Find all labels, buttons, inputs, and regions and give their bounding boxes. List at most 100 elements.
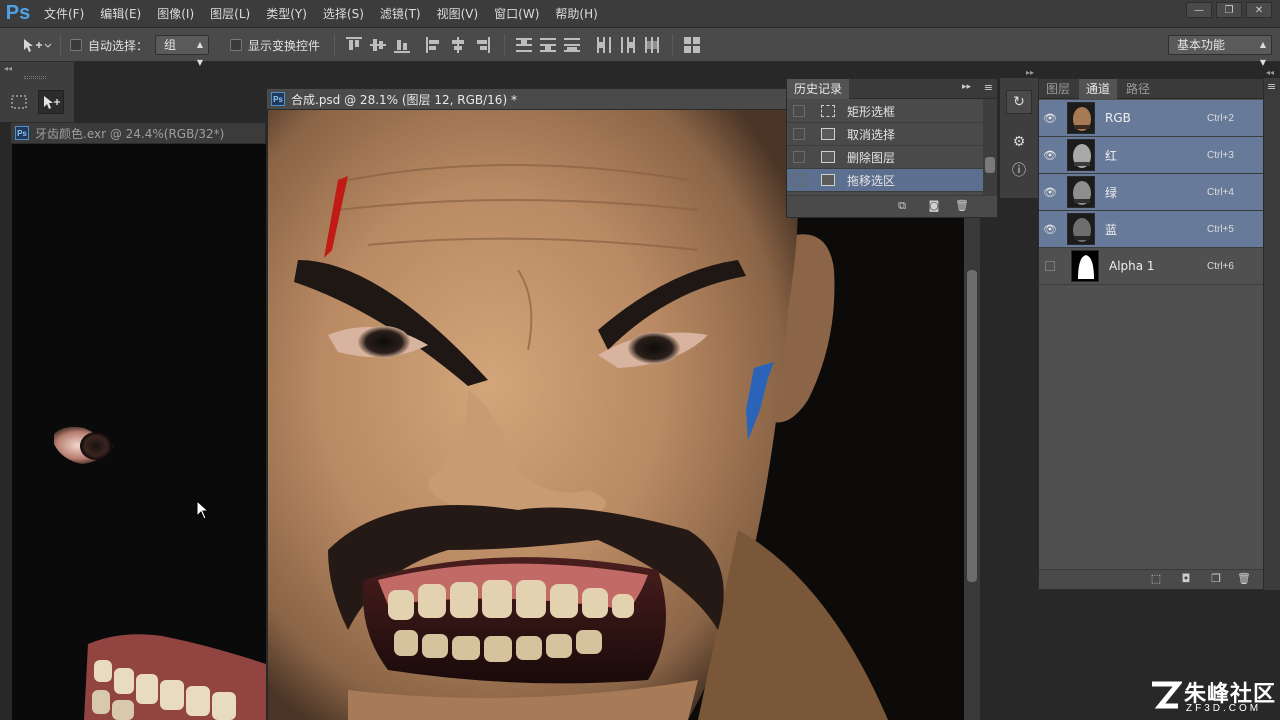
channel-row-red[interactable]: 👁 红 Ctrl+3 [1039,137,1263,174]
tab-paths[interactable]: 路径 [1119,79,1157,99]
window-controls: — ❐ ✕ [1186,2,1272,18]
channel-thumbnail [1067,176,1095,208]
restore-button[interactable]: ❐ [1216,2,1242,18]
trash-icon[interactable]: 🗑 [955,200,969,212]
options-bar: 自动选择： 组 ▲ ▼ 显示变换控件 基本功能 ▲ ▼ [0,28,1280,67]
collapse-strip-icon[interactable]: ▸▸ [1026,68,1034,77]
channel-row-blue[interactable]: 👁 蓝 Ctrl+5 [1039,211,1263,248]
distribute-bottom-icon[interactable] [564,37,580,53]
eye-icon[interactable]: 👁 [1039,186,1061,199]
camera-icon[interactable]: ◙ [927,200,941,212]
eye-icon[interactable]: 👁 [1039,223,1061,236]
auto-align-layers-icon[interactable] [684,37,700,53]
align-vcenter-icon[interactable] [370,37,386,53]
history-panel: 历史记录 ▸▸ ≡ 矩形选框 取消选择 删除图层 拖移选区 ⧉ ◙ 🗑 [786,78,998,218]
document-tab-teeth-color[interactable]: Ps 牙齿颜色.exr @ 24.4%(RGB/32*) [10,122,266,144]
history-item[interactable]: 删除图层 [787,146,983,169]
document-tab-composite[interactable]: Ps 合成.psd @ 28.1% (图层 12, RGB/16) * [266,88,788,110]
photoshop-logo: Ps [5,2,31,24]
scrollbar-thumb[interactable] [967,270,977,582]
history-item-label: 取消选择 [847,127,896,142]
menu-view[interactable]: 视图(V) [429,5,487,22]
align-right-icon[interactable] [474,37,490,53]
teeth-color-render [54,426,266,720]
history-panel-icon[interactable]: ↻ [1006,90,1032,114]
document-title: 牙齿颜色.exr @ 24.4%(RGB/32*) [35,126,225,141]
toolbox-grip[interactable] [24,76,46,79]
channel-row-rgb[interactable]: 👁 RGB Ctrl+2 [1039,100,1263,137]
menu-edit[interactable]: 编辑(E) [92,5,149,22]
menu-help[interactable]: 帮助(H) [547,5,605,22]
menu-type[interactable]: 类型(Y) [258,5,315,22]
distribute-top-icon[interactable] [516,37,532,53]
channel-row-green[interactable]: 👁 绿 Ctrl+4 [1039,174,1263,211]
tab-channels[interactable]: 通道 [1079,79,1118,99]
properties-panel-icon[interactable]: ⚙ [1006,130,1032,154]
menu-filter[interactable]: 滤镜(T) [372,5,429,22]
document-icon [821,128,835,140]
menu-image[interactable]: 图像(I) [149,5,202,22]
channel-shortcut: Ctrl+4 [1207,186,1234,198]
distribute-hcenter-icon[interactable] [620,37,636,53]
panel-menu-icon[interactable]: ≡ [984,81,993,94]
new-channel-icon[interactable]: ❐ [1209,573,1223,585]
tab-history[interactable]: 历史记录 [787,79,850,99]
panel-collapse-icon[interactable]: ▸▸ [962,82,971,92]
history-item-selected[interactable]: 拖移选区 [787,169,983,192]
menu-window[interactable]: 窗口(W) [486,5,547,22]
channel-thumbnail [1067,213,1095,245]
new-document-from-state-icon[interactable]: ⧉ [895,200,909,212]
align-hcenter-icon[interactable] [450,37,466,53]
history-item-label: 删除图层 [847,150,896,165]
channel-thumbnail [1067,102,1095,134]
document-icon [821,151,835,163]
scrollbar-thumb[interactable] [985,157,995,173]
history-item[interactable]: 矩形选框 [787,100,983,123]
auto-select-checkbox[interactable] [70,39,82,51]
history-source-checkbox[interactable] [793,105,805,117]
distribute-right-icon[interactable] [644,37,660,53]
align-bottom-icon[interactable] [394,37,410,53]
collapse-panel-icon[interactable]: ◂◂ [4,64,12,73]
auto-select-dropdown[interactable]: 组 ▲ ▼ [155,35,209,67]
close-button[interactable]: ✕ [1246,2,1272,18]
distribute-vcenter-icon[interactable] [540,37,556,53]
workspace-dropdown[interactable]: 基本功能 ▲ ▼ [1168,35,1272,67]
channel-shortcut: Ctrl+3 [1207,149,1234,161]
visibility-toggle[interactable] [1045,261,1055,271]
info-icon[interactable]: ⓘ [1006,158,1032,182]
distribute-left-icon[interactable] [596,37,612,53]
move-tool-icon[interactable] [38,90,64,114]
channel-name: Alpha 1 [1109,259,1155,273]
history-scrollbar[interactable] [983,99,997,195]
save-selection-icon[interactable]: ◘ [1179,573,1193,585]
history-source-checkbox[interactable] [793,174,805,186]
trash-icon[interactable]: 🗑 [1237,573,1251,585]
channel-row-alpha[interactable]: Alpha 1 Ctrl+6 [1039,248,1263,285]
align-top-icon[interactable] [346,37,362,53]
rectangular-marquee-tool-icon[interactable] [6,90,32,114]
canvas-teeth-color[interactable] [12,144,266,720]
minimize-button[interactable]: — [1186,2,1212,18]
load-selection-icon[interactable]: ⬚ [1149,573,1163,585]
eye-icon[interactable]: 👁 [1039,149,1061,162]
show-transform-checkbox[interactable] [230,39,242,51]
panel-right-strip: ◂◂ ≡ [1264,68,1280,590]
history-item[interactable]: 取消选择 [787,123,983,146]
menu-layer[interactable]: 图层(L) [202,5,258,22]
workspace-value: 基本功能 [1177,38,1226,52]
menu-file[interactable]: 文件(F) [36,5,92,22]
dropdown-arrow-icon: ▲ ▼ [196,40,203,67]
eye-icon[interactable]: 👁 [1039,112,1061,125]
panel-menu-icon[interactable]: ≡ [1267,80,1276,93]
watermark-logo-icon [1152,681,1182,709]
move-tool-preset-icon[interactable] [20,36,52,57]
history-source-checkbox[interactable] [793,151,805,163]
mouse-cursor-icon [196,499,210,523]
history-source-checkbox[interactable] [793,128,805,140]
align-left-icon[interactable] [426,37,442,53]
history-item-label: 拖移选区 [847,173,896,188]
tab-layers[interactable]: 图层 [1039,79,1077,99]
menu-select[interactable]: 选择(S) [315,5,372,22]
collapse-dock-icon[interactable]: ◂◂ [1266,68,1274,77]
